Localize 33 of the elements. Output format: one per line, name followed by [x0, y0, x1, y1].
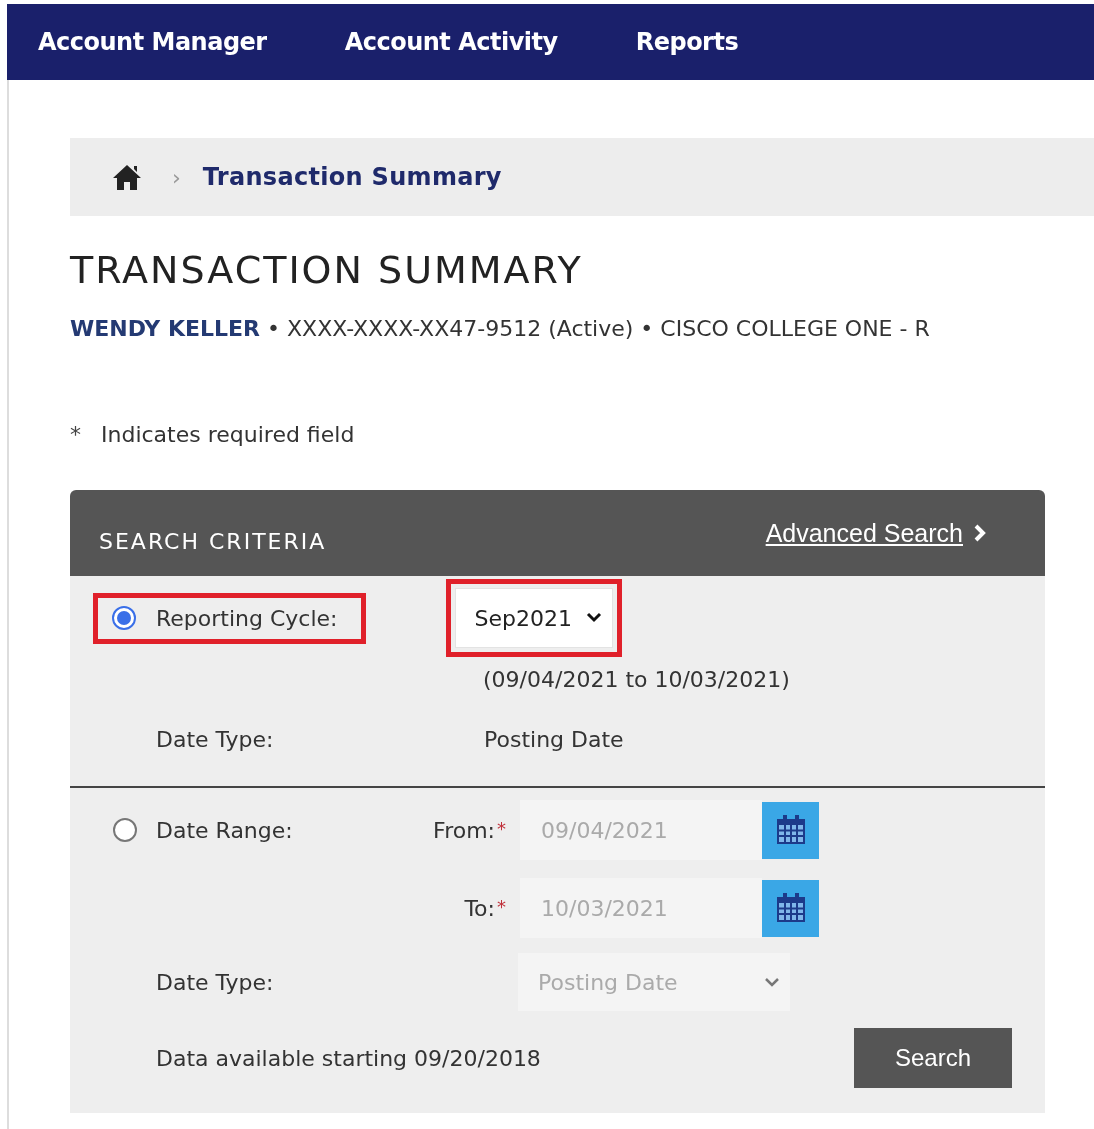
field-label: To:: [464, 895, 495, 921]
page-title: TRANSACTION SUMMARY: [70, 247, 583, 294]
home-icon[interactable]: [112, 163, 142, 191]
required-mark: *: [70, 421, 81, 449]
nav-link[interactable]: Account Activity: [344, 28, 558, 56]
option-label: Reporting Cycle:: [156, 605, 338, 631]
required-mark: *: [497, 895, 506, 917]
cycle-date-range: (09/04/2021 to 10/03/2021): [483, 666, 791, 694]
field-label: Date Type:: [156, 726, 275, 752]
field-label: From:: [433, 817, 495, 843]
required-note: Indicates required field: [101, 421, 355, 449]
advanced-search-link[interactable]: Advanced Search: [765, 518, 987, 548]
panel-title: SEARCH CRITERIA: [99, 528, 327, 554]
option-label: Date Range:: [156, 817, 294, 843]
calendar-button[interactable]: [762, 879, 819, 937]
breadcrumb-separator: ›: [172, 164, 181, 190]
chevron-down-icon: [764, 977, 780, 987]
required-mark: *: [497, 817, 506, 839]
chevron-right-icon: [973, 523, 987, 543]
calendar-icon: [774, 814, 807, 846]
cycle-dropdown[interactable]: Sep2021: [455, 588, 613, 648]
date-type-value: Posting Date: [484, 726, 624, 752]
account-info: WENDY KELLER • XXXX-XXXX-XX47-9512 (Active) • CISCO COLLEGE ONE - R: [70, 315, 931, 343]
search-button[interactable]: Search: [854, 1028, 1012, 1088]
breadcrumb-current: Transaction Summary: [202, 163, 502, 191]
field-label: Date Type:: [156, 969, 275, 995]
radio-button[interactable]: [112, 606, 136, 630]
availability-note: Data available starting 09/20/2018: [156, 1045, 541, 1071]
calendar-icon: [774, 892, 807, 924]
calendar-button[interactable]: [762, 801, 819, 859]
nav-link[interactable]: Reports: [635, 28, 739, 56]
chevron-down-icon: [585, 612, 602, 624]
nav-link[interactable]: Account Manager: [38, 28, 267, 56]
